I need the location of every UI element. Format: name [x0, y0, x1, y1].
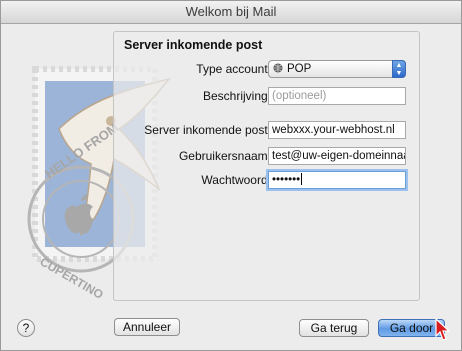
cancel-button[interactable]: Annuleer: [114, 318, 180, 336]
password-value: •••••••: [272, 174, 301, 186]
incoming-server-input[interactable]: webxxx.your-webhost.nl: [268, 121, 406, 139]
username-label: Gebruikersnaam:: [178, 149, 271, 163]
description-label: Beschrijving:: [202, 89, 271, 103]
select-arrows-icon: ▲ ▼: [392, 60, 406, 78]
setup-window: Welkom bij Mail HELLO FROM CUPERTINO Ser…: [0, 0, 462, 351]
description-input[interactable]: (optioneel): [268, 87, 406, 105]
password-label: Wachtwoord:: [201, 173, 271, 187]
type-account-value: POP: [287, 63, 312, 75]
globe-icon: [273, 63, 283, 73]
back-button[interactable]: Ga terug: [299, 319, 369, 337]
window-title: Welkom bij Mail: [1, 1, 461, 24]
incoming-server-label: Server inkomende post:: [144, 123, 271, 137]
mouse-pointer-icon: [435, 318, 451, 341]
help-button[interactable]: ?: [17, 319, 35, 337]
password-input[interactable]: •••••••: [268, 171, 406, 189]
text-caret: [301, 173, 303, 185]
panel-title: Server inkomende post: [124, 38, 263, 52]
type-account-label: Type account:: [196, 62, 271, 76]
username-input[interactable]: test@uw-eigen-domeinnaa: [268, 147, 406, 165]
incoming-server-panel: Server inkomende post Type account: POP …: [113, 31, 420, 301]
type-account-select[interactable]: POP ▲ ▼: [268, 60, 406, 78]
